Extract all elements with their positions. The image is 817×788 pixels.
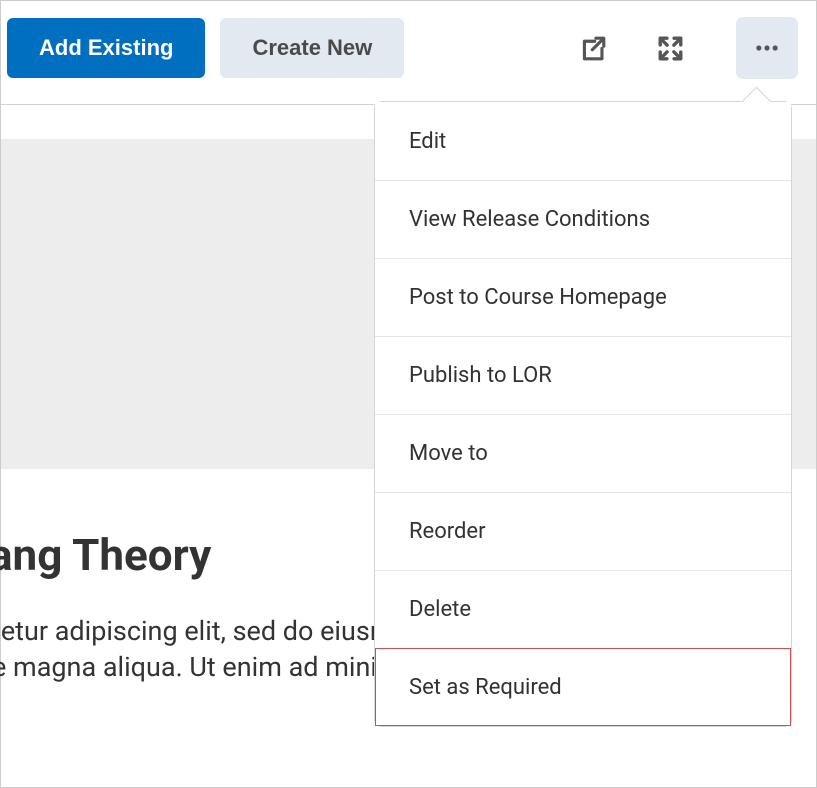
menu-item-post-to-course-homepage[interactable]: Post to Course Homepage	[375, 258, 791, 336]
menu-item-edit[interactable]: Edit	[375, 102, 791, 180]
more-options-button[interactable]	[736, 17, 798, 79]
content-body-line2: e magna aliqua. Ut enim ad minim	[0, 651, 401, 683]
menu-item-move-to[interactable]: Move to	[375, 414, 791, 492]
add-existing-button[interactable]: Add Existing	[7, 18, 205, 78]
expand-icon	[656, 34, 685, 63]
external-link-icon	[579, 34, 608, 63]
ellipsis-icon	[753, 34, 781, 62]
menu-item-delete[interactable]: Delete	[375, 570, 791, 648]
menu-item-set-as-required[interactable]: Set as Required	[375, 648, 791, 726]
menu-item-reorder[interactable]: Reorder	[375, 492, 791, 570]
toolbar: Add Existing Create New	[1, 1, 816, 104]
menu-item-view-release-conditions[interactable]: View Release Conditions	[375, 180, 791, 258]
fullscreen-button[interactable]	[639, 17, 701, 79]
open-external-button[interactable]	[562, 17, 624, 79]
more-options-menu: Edit View Release Conditions Post to Cou…	[374, 101, 792, 727]
create-new-button[interactable]: Create New	[220, 18, 404, 78]
menu-item-publish-to-lor[interactable]: Publish to LOR	[375, 336, 791, 414]
